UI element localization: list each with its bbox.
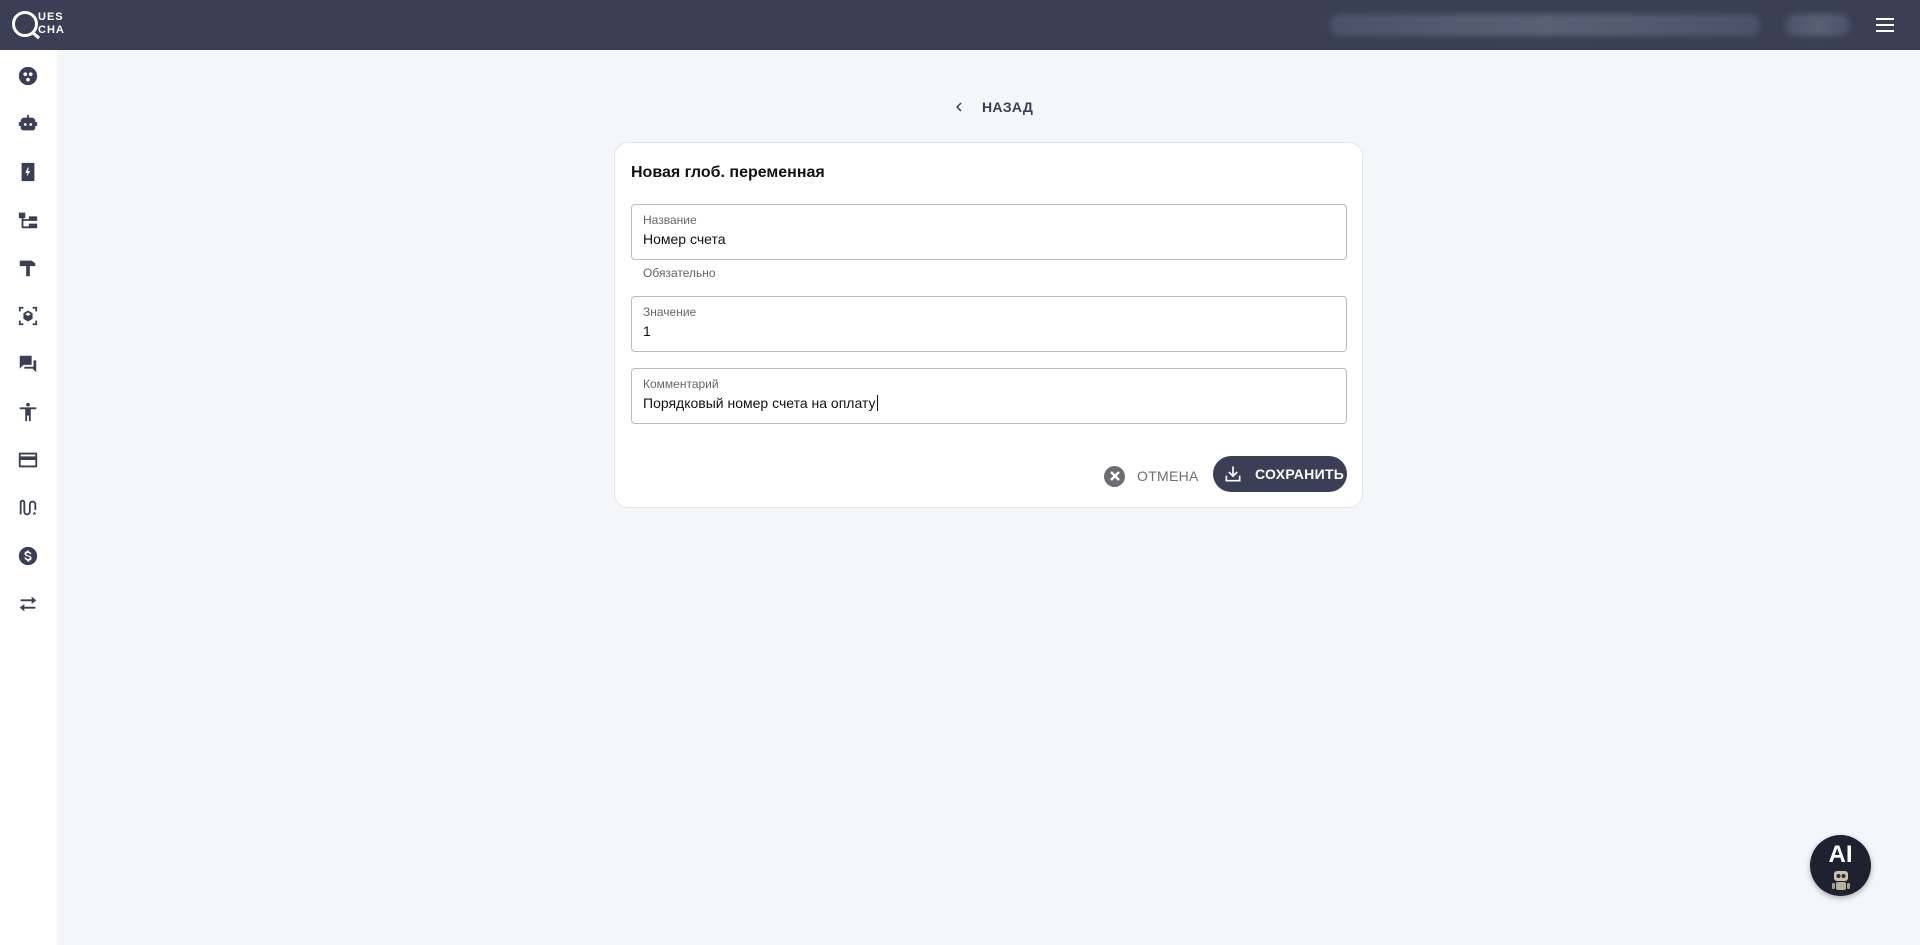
- top-bar: UES CHA: [0, 0, 1920, 50]
- logo-ring: [12, 11, 38, 37]
- dashboard-icon[interactable]: [16, 64, 40, 88]
- menu-icon[interactable]: [1874, 14, 1896, 36]
- name-field-value: Номер счета: [643, 231, 726, 247]
- device-icon[interactable]: [16, 160, 40, 184]
- name-field-label: Название: [643, 213, 697, 227]
- comment-field-value-wrap: Порядковый номер счета на оплату: [643, 395, 878, 411]
- sidebar: [0, 50, 57, 945]
- name-field-helper: Обязательно: [643, 266, 716, 280]
- blurred-user-badge: [1785, 14, 1850, 36]
- value-field-value: 1: [643, 323, 651, 339]
- route-icon[interactable]: [16, 496, 40, 520]
- ai-assistant-button[interactable]: AI: [1810, 835, 1871, 896]
- value-field-label: Значение: [643, 305, 697, 319]
- ai-label: AI: [1828, 841, 1853, 868]
- comment-field-value: Порядковый номер счета на оплату: [643, 395, 876, 411]
- download-icon: [1225, 466, 1241, 482]
- name-field[interactable]: Название Номер счета: [631, 204, 1347, 260]
- dollar-icon[interactable]: [16, 544, 40, 568]
- cancel-button[interactable]: ОТМЕНА: [1104, 458, 1199, 494]
- hammer-icon[interactable]: [16, 256, 40, 280]
- swap-icon[interactable]: [16, 592, 40, 616]
- form-title: Новая глоб. переменная: [631, 164, 825, 181]
- logo-text-top: UES: [38, 11, 64, 23]
- app-logo[interactable]: UES CHA: [12, 8, 72, 42]
- bot-icon[interactable]: [16, 112, 40, 136]
- text-caret: [876, 395, 878, 411]
- chevron-left-icon: [956, 102, 962, 112]
- cancel-circle-icon: [1104, 465, 1125, 487]
- accessibility-icon[interactable]: [16, 400, 40, 424]
- chat-icon[interactable]: [16, 352, 40, 376]
- comment-field-label: Комментарий: [643, 377, 719, 391]
- back-link[interactable]: НАЗАД: [950, 96, 1033, 118]
- cancel-button-label: ОТМЕНА: [1137, 468, 1199, 484]
- global-variable-form-card: Новая глоб. переменная Название Номер сч…: [614, 142, 1363, 508]
- save-button[interactable]: СОХРАНИТЬ: [1213, 456, 1347, 492]
- tree-icon[interactable]: [16, 208, 40, 232]
- save-button-label: СОХРАНИТЬ: [1255, 466, 1345, 482]
- cube-icon[interactable]: [16, 304, 40, 328]
- back-label: НАЗАД: [982, 99, 1034, 115]
- comment-field[interactable]: Комментарий Порядковый номер счета на оп…: [631, 368, 1347, 424]
- logo-text-bottom: CHA: [38, 24, 65, 36]
- card-icon[interactable]: [16, 448, 40, 472]
- value-field[interactable]: Значение 1: [631, 296, 1347, 352]
- robot-icon: [1832, 871, 1850, 890]
- blurred-account-info: [1330, 14, 1760, 36]
